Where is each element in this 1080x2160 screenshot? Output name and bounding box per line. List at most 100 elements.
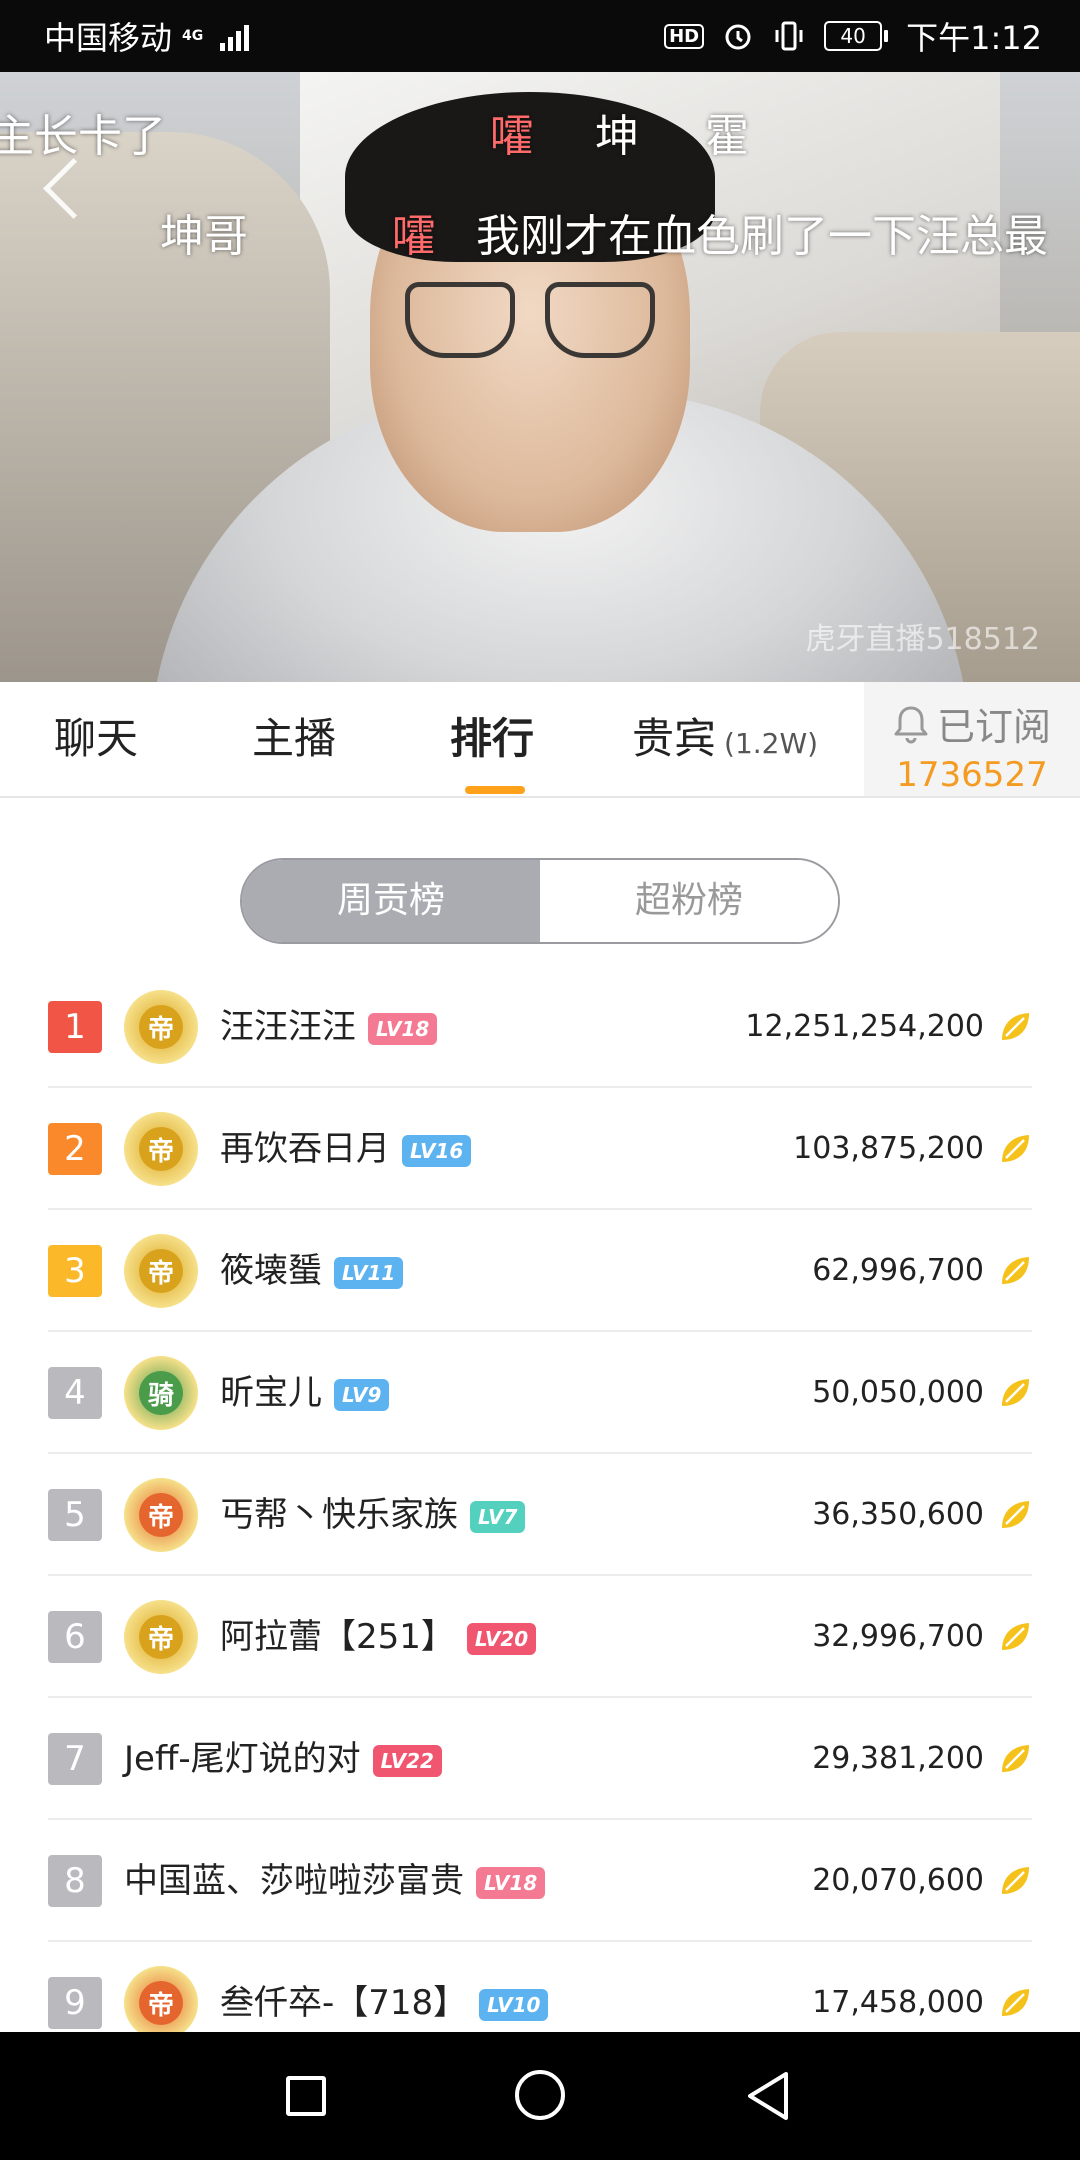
rank-number: 7: [48, 1733, 102, 1785]
gold-bean-icon: [1002, 1745, 1029, 1772]
rank-number: 4: [48, 1367, 102, 1419]
ranking-row[interactable]: 1 帝汪汪汪汪 LV18 12,251,254,200: [48, 966, 1032, 1088]
rank-number: 5: [48, 1489, 102, 1541]
tab-streamer[interactable]: 主播: [252, 682, 336, 796]
rank-number: 2: [48, 1123, 102, 1175]
noble-badge-label: 骑: [139, 1371, 183, 1415]
ranking-row[interactable]: 7 Jeff-尾灯说的对 LV22 29,381,200: [48, 1698, 1032, 1820]
danmaku-text: 坤: [595, 111, 639, 162]
user-name-cell: 再饮吞日月 LV16: [220, 1088, 472, 1210]
subscribe-button[interactable]: 已订阅 1736527: [864, 682, 1080, 796]
watermark: 虎牙直播518512: [805, 622, 1040, 657]
contribution-score: 29,381,200: [812, 1741, 984, 1776]
ranking-row[interactable]: 2 帝再饮吞日月 LV16 103,875,200: [48, 1088, 1032, 1210]
user-name: 丐帮丶快乐家族: [220, 1495, 458, 1535]
tab-vip[interactable]: 贵宾 (1.2W): [632, 682, 818, 796]
contribution-score: 50,050,000: [812, 1375, 984, 1410]
level-badge: LV20: [466, 1622, 537, 1655]
contribution-score: 12,251,254,200: [745, 1009, 984, 1044]
user-name: 中国蓝、莎啦啦莎富贵: [124, 1861, 464, 1901]
subscriber-count: 1736527: [896, 755, 1048, 795]
back-button[interactable]: [744, 2070, 792, 2122]
carrier-label: 中国移动: [44, 19, 173, 57]
subscribe-label: 已订阅: [936, 705, 1051, 749]
level-badge: LV18: [476, 1866, 546, 1899]
tab-chat[interactable]: 聊天: [54, 682, 138, 796]
noble-badge-icon: 帝: [124, 1600, 198, 1674]
user-name-cell: 筱壊蜑 LV11: [220, 1210, 404, 1332]
status-bar: 中国移动 4G HD 40 下午1:12: [0, 0, 1080, 72]
noble-badge-label: 帝: [139, 1005, 183, 1049]
level-badge: LV18: [368, 1012, 438, 1045]
danmaku-text: 嚯: [490, 111, 534, 162]
danmaku-text: 霍: [705, 111, 749, 162]
ranking-row[interactable]: 3 帝筱壊蜑 LV11 62,996,700: [48, 1210, 1032, 1332]
user-name-cell: 阿拉蕾【251】 LV20: [220, 1576, 537, 1698]
user-name: 筱壊蜑: [220, 1251, 322, 1291]
tab-label: 排行: [450, 714, 535, 763]
home-button[interactable]: [515, 2070, 565, 2120]
danmaku-text: 嚯: [392, 211, 436, 262]
level-badge: LV16: [402, 1134, 472, 1167]
tab-ranking[interactable]: 排行: [450, 682, 534, 796]
video-player[interactable]: 主长卡了 嚯 坤 霍 坤哥 嚯 我刚才在血色刷了一下汪总最 虎牙直播518512: [0, 72, 1080, 682]
noble-badge-label: 帝: [139, 1981, 183, 2025]
battery-level: 40: [824, 21, 883, 51]
gold-bean-icon: [1002, 1867, 1029, 1894]
noble-badge-icon: 骑: [124, 1356, 198, 1430]
user-name: 汪汪汪汪: [220, 1007, 356, 1047]
noble-badge-label: 帝: [139, 1615, 183, 1659]
recent-apps-button[interactable]: [286, 2076, 326, 2116]
gold-bean-icon: [1002, 1013, 1029, 1040]
tab-label: 贵宾: [632, 714, 717, 763]
vip-count: (1.2W): [724, 727, 819, 760]
alarm-icon: [725, 24, 751, 50]
rank-number: 6: [48, 1611, 102, 1663]
gold-bean-icon: [1002, 1135, 1029, 1162]
noble-badge-label: 帝: [139, 1493, 183, 1537]
contribution-score: 32,996,700: [812, 1619, 984, 1654]
network-type: 4G: [182, 28, 204, 44]
gold-bean-icon: [1002, 1379, 1029, 1406]
weekly-contribution-tab[interactable]: 周贡榜: [242, 860, 540, 942]
gold-bean-icon: [1002, 1989, 1029, 2016]
rank-number: 8: [48, 1855, 102, 1907]
danmaku-text: 坤哥: [160, 211, 248, 262]
level-badge: LV22: [372, 1744, 442, 1777]
gold-bean-icon: [1002, 1623, 1029, 1650]
user-name-cell: 丐帮丶快乐家族 LV7: [220, 1454, 526, 1576]
user-name-cell: Jeff-尾灯说的对 LV22: [124, 1698, 442, 1820]
ranking-list: 1 帝汪汪汪汪 LV18 12,251,254,200 2 帝再饮吞日月 LV16 103,8…: [48, 966, 1032, 2064]
rank-number: 3: [48, 1245, 102, 1297]
ranking-row[interactable]: 4 骑昕宝儿 LV9 50,050,000: [48, 1332, 1032, 1454]
tab-label: 主播: [252, 714, 337, 763]
ranking-row[interactable]: 6 帝阿拉蕾【251】 LV20 32,996,700: [48, 1576, 1032, 1698]
user-name: 阿拉蕾【251】: [220, 1617, 455, 1657]
tab-label: 聊天: [54, 714, 139, 763]
noble-badge-icon: 帝: [124, 1112, 198, 1186]
bell-icon: [894, 706, 928, 743]
contribution-score: 103,875,200: [793, 1131, 984, 1166]
ranking-period-toggle: 周贡榜 超粉榜: [240, 858, 840, 944]
level-badge: LV11: [334, 1256, 404, 1289]
noble-badge-icon: 帝: [124, 1966, 198, 2040]
user-name: 叁仟卒-【718】: [220, 1983, 468, 2023]
noble-badge-icon: 帝: [124, 1234, 198, 1308]
user-name-cell: 中国蓝、莎啦啦莎富贵 LV18: [124, 1820, 546, 1942]
contribution-score: 36,350,600: [812, 1497, 984, 1532]
gold-bean-icon: [1002, 1501, 1029, 1528]
user-name: Jeff-尾灯说的对: [124, 1739, 361, 1779]
clock: 下午1:12: [906, 19, 1042, 57]
ranking-row[interactable]: 5 帝丐帮丶快乐家族 LV7 36,350,600: [48, 1454, 1032, 1576]
signal-icon: [220, 21, 250, 51]
contribution-score: 20,070,600: [812, 1863, 984, 1898]
gold-bean-icon: [1002, 1257, 1029, 1284]
ranking-row[interactable]: 8 中国蓝、莎啦啦莎富贵 LV18 20,070,600: [48, 1820, 1032, 1942]
vibrate-icon: [775, 21, 803, 51]
super-fan-tab[interactable]: 超粉榜: [540, 860, 838, 942]
battery-icon: 40: [824, 21, 889, 51]
user-name-cell: 汪汪汪汪 LV18: [220, 966, 438, 1088]
hd-icon: HD: [664, 23, 705, 49]
user-name-cell: 昕宝儿 LV9: [220, 1332, 390, 1454]
level-badge: LV7: [470, 1500, 526, 1533]
